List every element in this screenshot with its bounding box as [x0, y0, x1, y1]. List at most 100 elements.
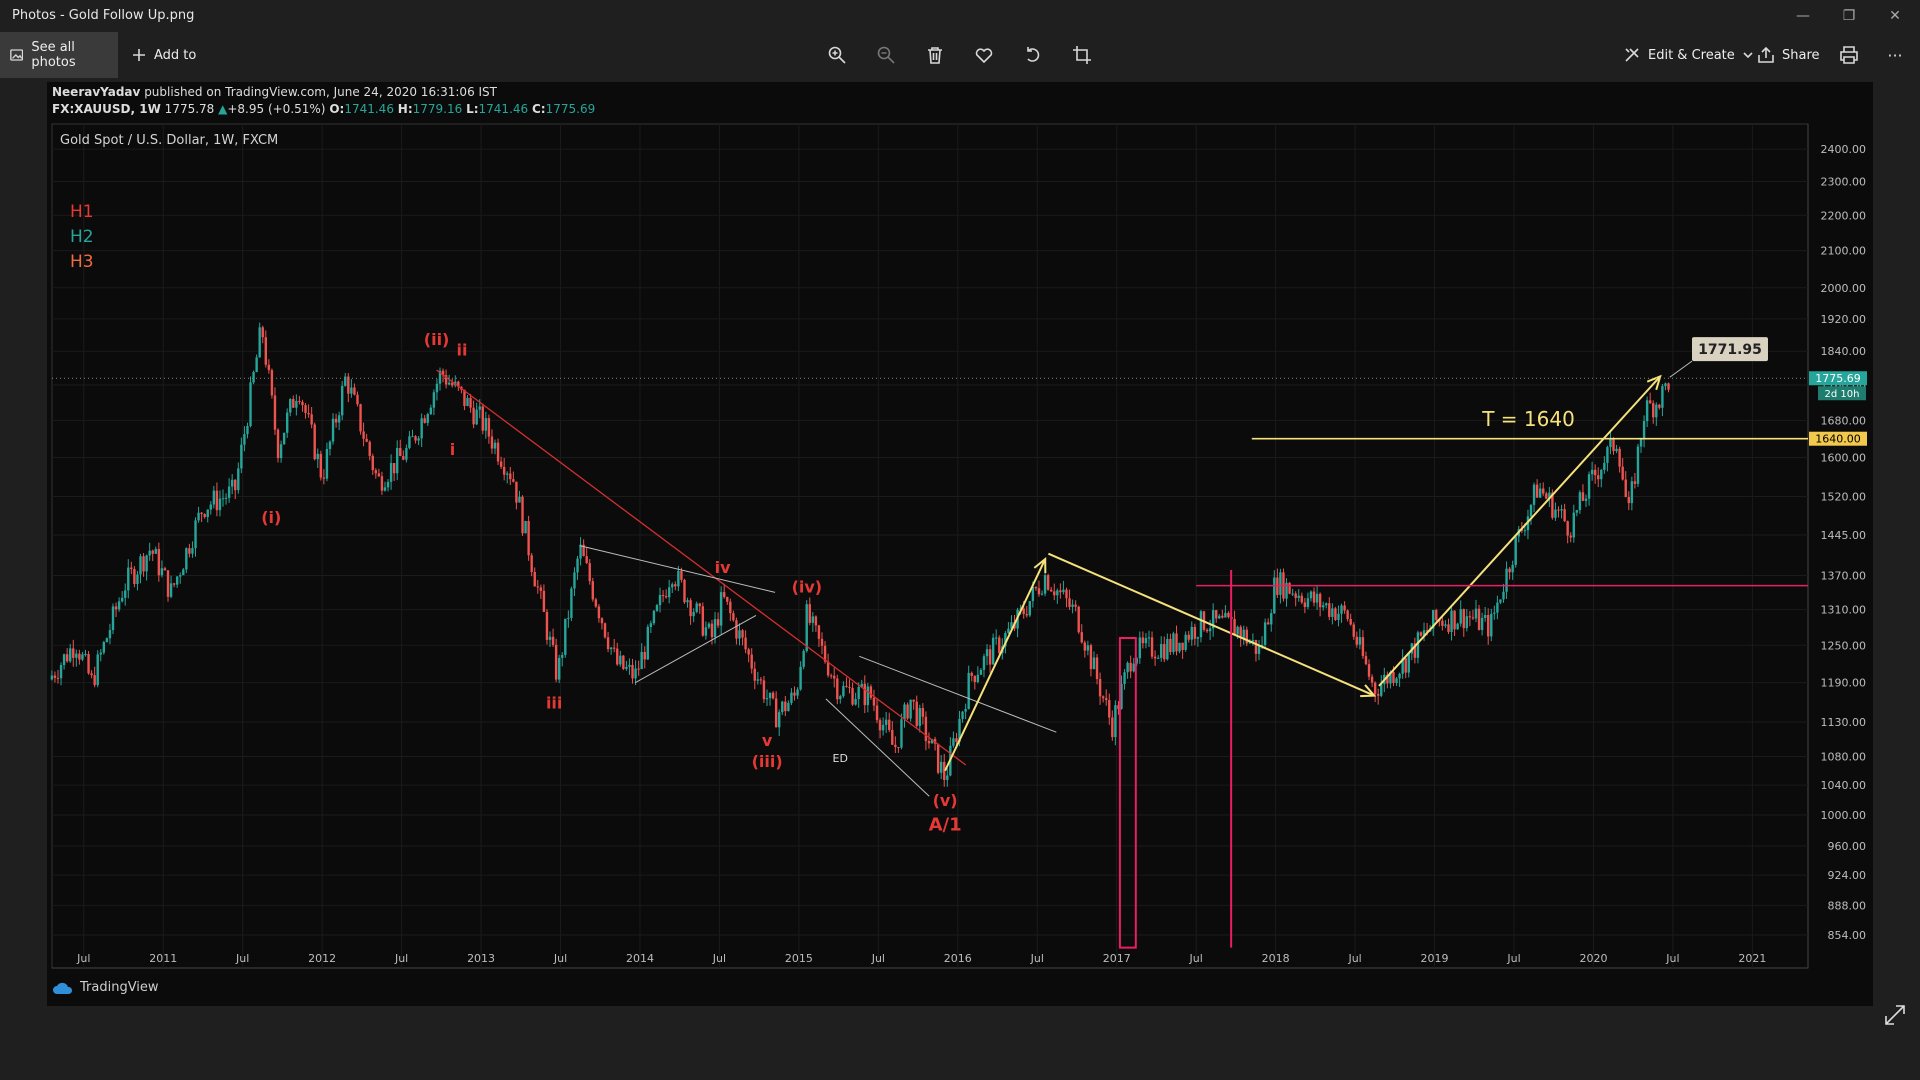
x-tick-label: Jul [1030, 952, 1044, 965]
candle-body [622, 655, 625, 669]
candle-body [1642, 421, 1646, 439]
candle-body [81, 654, 84, 660]
candle-body [542, 590, 546, 612]
candle-body [799, 666, 802, 690]
candle-body [1053, 591, 1056, 596]
candle-body [820, 638, 824, 646]
x-tick-label: 2018 [1262, 952, 1290, 965]
y-tick-label: 1040.00 [1821, 779, 1867, 792]
candle-body [56, 677, 60, 679]
candle-body [289, 399, 292, 413]
candle-body [1331, 608, 1334, 617]
candle-body [1496, 602, 1499, 613]
candle-body [1633, 481, 1637, 484]
candle-body [1227, 612, 1230, 617]
candle-body [264, 337, 268, 365]
candle-body [1007, 628, 1010, 634]
candle-body [1545, 493, 1548, 499]
candle-body [1025, 614, 1028, 616]
x-tick-label: 2019 [1421, 952, 1449, 965]
low-value: 1741.46 [478, 102, 529, 116]
fullscreen-icon[interactable] [1884, 1004, 1906, 1026]
author-name: NeeravYadav [52, 85, 141, 99]
candle-body [1098, 679, 1102, 697]
gold-price-chart: 2400.00 2300.00 2200.00 2100.00 2000.00 1920.… [50, 123, 1867, 969]
candle-body [1321, 605, 1325, 608]
candle-body [1297, 595, 1300, 598]
candle-body [1160, 644, 1163, 658]
candle-body [1312, 591, 1316, 603]
candle-body [1199, 611, 1203, 638]
candle-body [982, 656, 986, 670]
candle-body [753, 668, 756, 681]
candle-body [1077, 606, 1080, 633]
candle-body [961, 711, 964, 719]
candle-body [172, 583, 176, 585]
candle-body [1581, 492, 1585, 501]
candle-body [674, 584, 677, 587]
candle-body [548, 636, 552, 640]
candle-body [237, 468, 240, 491]
wave-label: (i) [261, 508, 281, 527]
candle-body [295, 400, 298, 408]
candle-body [903, 704, 906, 720]
candle-body [848, 686, 851, 688]
x-tick-label: 2020 [1579, 952, 1607, 965]
y-tick-label: 1130.00 [1821, 716, 1867, 729]
current-price-label: 1775.69 [1815, 372, 1861, 385]
candle-body [157, 549, 161, 576]
candle-body [466, 397, 469, 406]
candle-body [53, 675, 57, 678]
candle-body [133, 569, 136, 585]
candle-body [487, 418, 491, 437]
candle-body [570, 588, 573, 618]
candle-body [120, 597, 124, 602]
candle-body [512, 479, 515, 482]
candle-body [1523, 530, 1527, 532]
candle-body [1615, 448, 1618, 452]
candle-body [499, 461, 503, 467]
candle-body [59, 665, 63, 679]
candle-body [200, 512, 203, 514]
candle-body [1273, 577, 1276, 614]
candle-body [1254, 639, 1258, 654]
candle-body [1477, 608, 1481, 630]
candle-body [182, 569, 185, 576]
candle-body [435, 383, 439, 393]
candle-body [872, 697, 876, 706]
candle-body [1560, 509, 1563, 511]
candle-body [1468, 616, 1472, 618]
close-label: C: [531, 102, 546, 116]
candle-body [380, 476, 384, 491]
candle-body [655, 605, 659, 611]
candle-body [1080, 632, 1083, 643]
candle-body [1190, 626, 1193, 640]
candle-body [429, 407, 433, 415]
candle-body [1193, 626, 1197, 639]
candle-body [1046, 575, 1050, 590]
y-tick-label: 924.00 [1828, 869, 1867, 882]
candle-body [692, 611, 695, 617]
candle-body [894, 744, 897, 748]
y-tick-label: 888.00 [1828, 899, 1867, 912]
candle-body [1572, 512, 1575, 538]
candle-body [723, 592, 726, 597]
candle-body [399, 448, 402, 457]
candle-body [912, 699, 915, 702]
candle-body [246, 426, 249, 435]
candle-body [836, 678, 839, 700]
y-tick-label: 2400.00 [1821, 143, 1867, 156]
legend-h3: H3 [70, 252, 94, 272]
candle-body [704, 627, 708, 636]
candle-body [163, 568, 167, 571]
candle-body [1126, 662, 1129, 673]
candle-body [554, 644, 558, 680]
candle-body [1450, 610, 1453, 632]
candle-body [1166, 638, 1169, 660]
candle-body [826, 661, 830, 676]
candle-body [1175, 633, 1178, 652]
x-tick-label: Jul [394, 952, 408, 965]
candle-body [1257, 645, 1261, 654]
candle-body [536, 586, 539, 588]
candle-body [1597, 475, 1600, 480]
